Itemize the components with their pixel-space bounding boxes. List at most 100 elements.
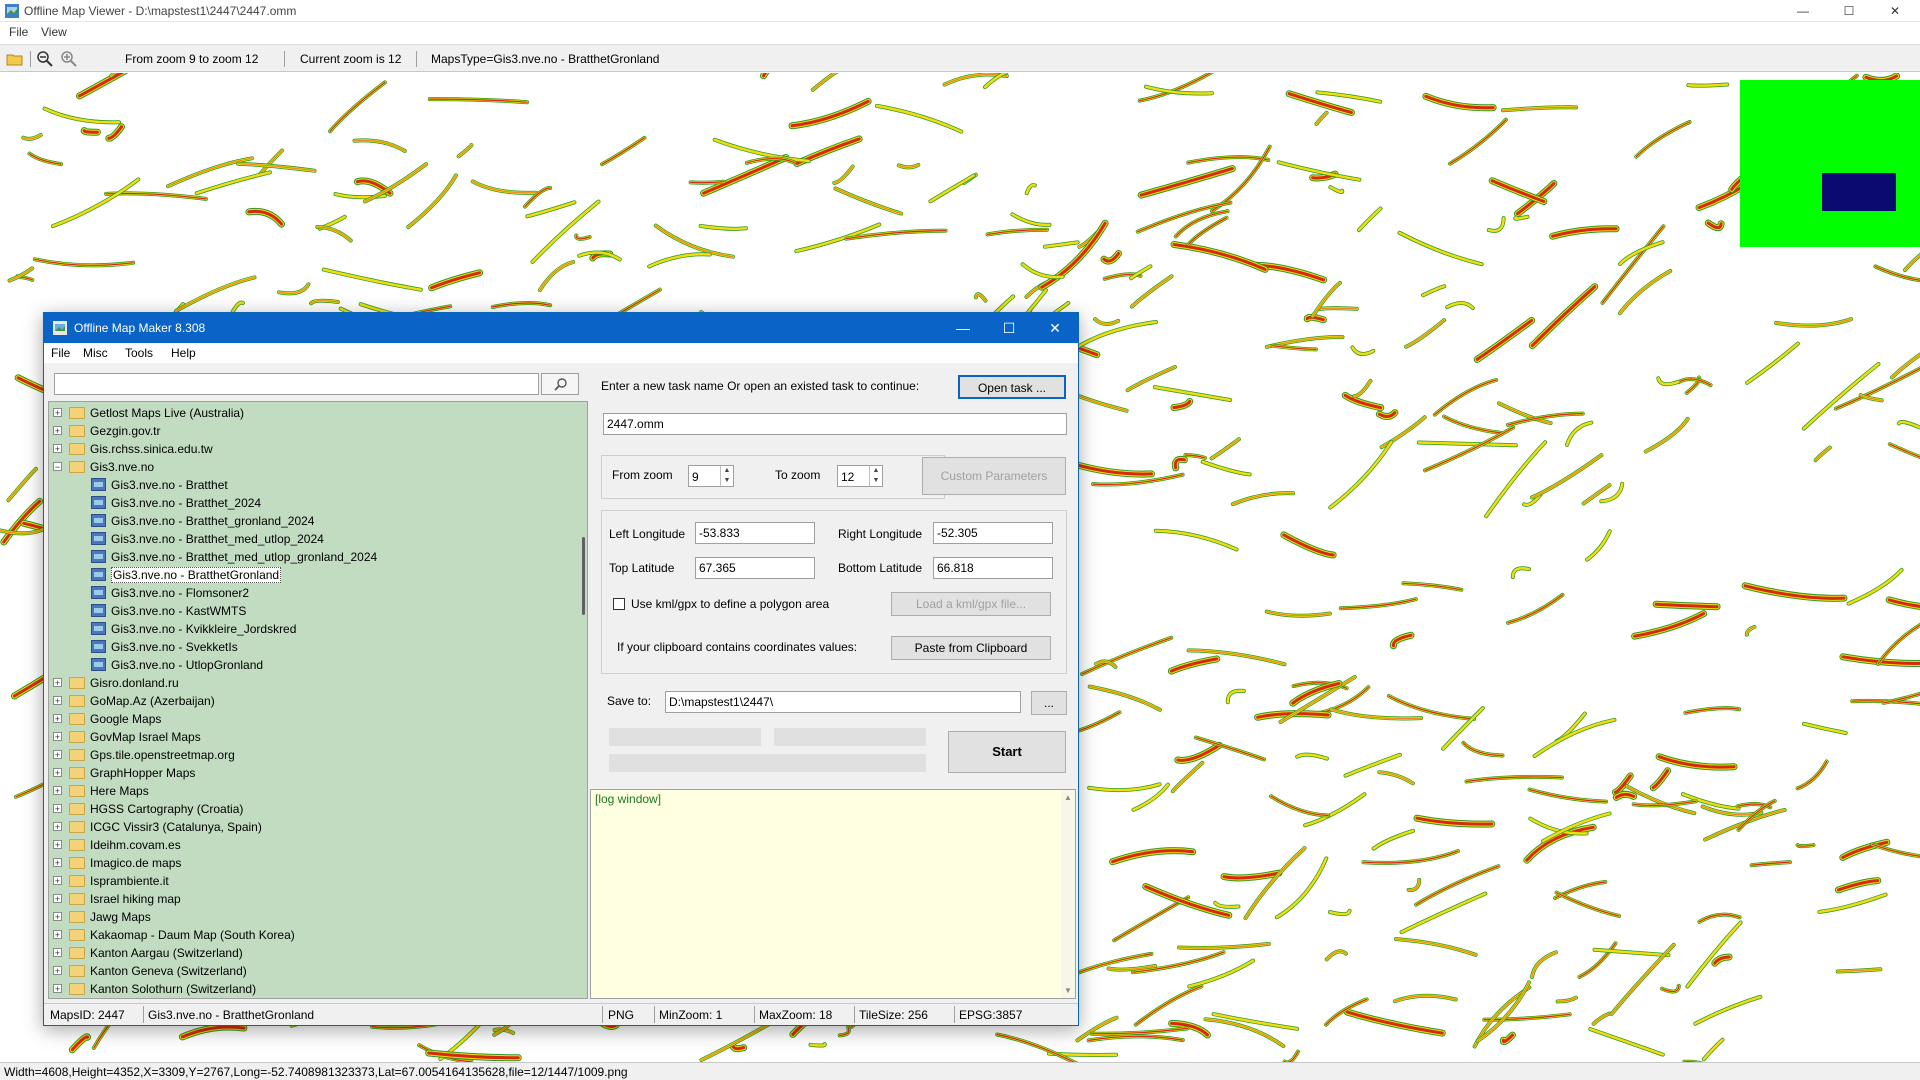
expand-icon[interactable]: + [53,912,62,922]
tree-scrollbar[interactable] [581,402,587,998]
tree-folder-item[interactable]: + Gis.rchss.sinica.edu.tw [49,440,569,458]
expand-icon[interactable]: + [53,426,62,436]
tree-folder-item[interactable]: + Gps.tile.openstreetmap.org [49,746,569,764]
tree-folder-item[interactable]: + ICGC Vissir3 (Catalunya, Spain) [49,818,569,836]
tree-folder-item[interactable]: + GovMap Israel Maps [49,728,569,746]
right-longitude-input[interactable]: -52.305 [933,522,1053,544]
expand-icon[interactable]: + [53,948,62,958]
tree-folder-item[interactable]: + Kanton Solothurn (Switzerland) [49,980,569,998]
dialog-menu-tools[interactable]: Tools [125,346,153,360]
tree-folder-item[interactable]: + GoMap.Az (Azerbaijan) [49,692,569,710]
tree-folder-item[interactable]: + Google Maps [49,710,569,728]
open-task-button[interactable]: Open task ... [958,375,1066,399]
expand-icon[interactable]: + [53,894,62,904]
task-name-input[interactable]: 2447.omm [603,413,1067,435]
tree-map-item[interactable]: Gis3.nve.no - SvekketIs [49,638,569,656]
tree-map-item[interactable]: Gis3.nve.no - BratthetGronland [49,566,569,584]
open-folder-icon[interactable] [6,50,24,68]
bottom-latitude-input[interactable]: 66.818 [933,557,1053,579]
expand-icon[interactable]: + [53,804,62,814]
expand-icon[interactable]: + [53,858,62,868]
menu-file[interactable]: File [9,25,28,39]
dialog-maximize-button[interactable]: ☐ [986,313,1032,343]
dialog-minimize-button[interactable]: — [940,313,986,343]
to-zoom-spinner[interactable]: 12 ▲ ▼ [837,465,883,487]
tree-folder-item[interactable]: − Gis3.nve.no [49,458,569,476]
tree-folder-item[interactable]: + Here Maps [49,782,569,800]
map-terrain-streak [1269,794,1331,818]
tree-map-item[interactable]: Gis3.nve.no - Bratthet_med_utlop_gronlan… [49,548,569,566]
zoom-in-icon[interactable] [60,50,78,68]
tree-folder-item[interactable]: + Israel hiking map [49,890,569,908]
expand-icon[interactable]: + [53,876,62,886]
tree-folder-item[interactable]: + Kanton Geneva (Switzerland) [49,962,569,980]
tree-folder-item[interactable]: + Getlost Maps Live (Australia) [49,404,569,422]
dialog-close-button[interactable]: ✕ [1032,313,1078,343]
map-source-tree[interactable]: + Getlost Maps Live (Australia) + Gezgin.go… [48,401,588,999]
load-kml-button[interactable]: Load a kml/gpx file... [891,592,1051,616]
log-scrollbar[interactable]: ▲ ▼ [1061,790,1075,998]
map-search-input[interactable] [54,373,539,395]
tree-map-item[interactable]: Gis3.nve.no - Bratthet [49,476,569,494]
expand-icon[interactable]: + [53,696,62,706]
tree-map-item[interactable]: Gis3.nve.no - Kvikkleire_Jordskred [49,620,569,638]
tree-map-item[interactable]: Gis3.nve.no - Flomsoner2 [49,584,569,602]
zoom-out-icon[interactable] [36,50,54,68]
custom-parameters-button[interactable]: Custom Parameters [922,457,1066,495]
tree-map-item[interactable]: Gis3.nve.no - Bratthet_2024 [49,494,569,512]
tree-folder-item[interactable]: + Isprambiente.it [49,872,569,890]
tree-folder-item[interactable]: + Jawg Maps [49,908,569,926]
expand-icon[interactable]: + [53,966,62,976]
scroll-up-icon[interactable]: ▲ [1064,793,1072,802]
overview-viewport-rect[interactable] [1822,173,1896,211]
expand-icon[interactable]: + [53,984,62,994]
tree-folder-item[interactable]: + Gezgin.gov.tr [49,422,569,440]
tree-folder-item[interactable]: + Kanton Aargau (Switzerland) [49,944,569,962]
browse-button[interactable]: ... [1031,691,1067,715]
expand-icon[interactable]: + [53,930,62,940]
expand-icon[interactable]: + [53,732,62,742]
maximize-button[interactable]: ☐ [1826,0,1872,22]
tree-map-item[interactable]: Gis3.nve.no - UtlopGronland [49,656,569,674]
expand-icon[interactable]: + [53,750,62,760]
close-button[interactable]: ✕ [1872,0,1918,22]
collapse-icon[interactable]: − [53,462,62,472]
tree-map-item[interactable]: Gis3.nve.no - Bratthet_med_utlop_2024 [49,530,569,548]
tree-folder-item[interactable]: + GraphHopper Maps [49,764,569,782]
search-button[interactable] [541,373,579,395]
dialog-menu-misc[interactable]: Misc [83,346,108,360]
expand-icon[interactable]: + [53,714,62,724]
tree-folder-item[interactable]: + HGSS Cartography (Croatia) [49,800,569,818]
paste-clipboard-button[interactable]: Paste from Clipboard [891,636,1051,660]
top-latitude-input[interactable]: 67.365 [695,557,815,579]
expand-icon[interactable]: + [53,768,62,778]
minimize-button[interactable]: — [1780,0,1826,22]
expand-icon[interactable]: + [53,786,62,796]
tree-scrollbar-thumb[interactable] [582,537,585,615]
spinner-arrows-icon[interactable]: ▲ ▼ [869,466,882,486]
tree-folder-item[interactable]: + Gisro.donland.ru [49,674,569,692]
menu-view[interactable]: View [41,25,67,39]
tree-folder-item[interactable]: + Kakaomap - Daum Map (South Korea) [49,926,569,944]
tree-map-item[interactable]: Gis3.nve.no - KastWMTS [49,602,569,620]
tree-map-item[interactable]: Gis3.nve.no - Bratthet_gronland_2024 [49,512,569,530]
log-window[interactable]: [log window] ▲ ▼ [590,789,1076,999]
tree-folder-item[interactable]: + Imagico.de maps [49,854,569,872]
scroll-down-icon[interactable]: ▼ [1064,986,1072,995]
tree-folder-item[interactable]: + Ideihm.covam.es [49,836,569,854]
left-longitude-input[interactable]: -53.833 [695,522,815,544]
expand-icon[interactable]: + [53,822,62,832]
expand-icon[interactable]: + [53,840,62,850]
dialog-titlebar[interactable]: Offline Map Maker 8.308 — ☐ ✕ [44,313,1078,343]
from-zoom-spinner[interactable]: 9 ▲ ▼ [688,465,734,487]
use-kml-checkbox[interactable] [613,598,625,610]
expand-icon[interactable]: + [53,678,62,688]
save-path-input[interactable]: D:\mapstest1\2447\ [665,691,1021,713]
start-button[interactable]: Start [948,731,1066,773]
spinner-arrows-icon[interactable]: ▲ ▼ [720,466,733,486]
dialog-menu-help[interactable]: Help [171,346,196,360]
expand-icon[interactable]: + [53,408,62,418]
expand-icon[interactable]: + [53,444,62,454]
overview-map[interactable] [1740,80,1920,247]
dialog-menu-file[interactable]: File [51,346,70,360]
